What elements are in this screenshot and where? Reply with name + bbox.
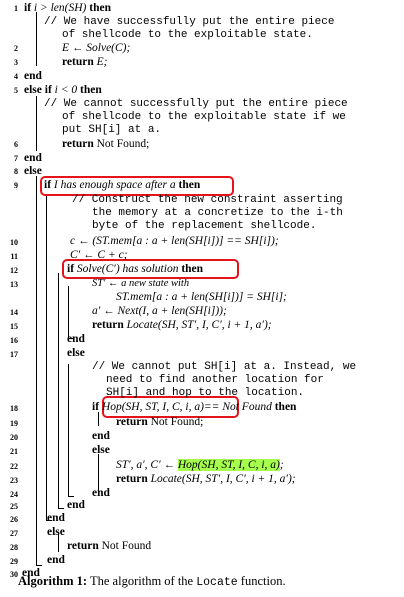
line-number: 16	[10, 336, 18, 345]
line-number: 8	[14, 167, 18, 176]
line-number: 23	[10, 476, 18, 485]
line-number: 27	[10, 529, 18, 538]
line-16: end	[67, 333, 85, 345]
highlighted-hop-call: Hop(SH, ST, I, C, i, a)	[177, 459, 280, 471]
line-1: if i > len(SH) then	[24, 2, 111, 14]
algorithm-listing: 1 if i > len(SH) then // We have success…	[0, 0, 404, 597]
line-number: 11	[10, 252, 18, 261]
line-19: return Not Found;	[116, 416, 204, 428]
block-bar-end	[36, 565, 42, 566]
line-5: else if i < 0 then	[24, 84, 102, 96]
line-22: ST′, a′, C′ ← Hop(SH, ST, I, C, i, a);	[116, 459, 284, 471]
line-number: 12	[10, 266, 18, 275]
line-2: E ← Solve(C);	[62, 42, 131, 54]
line-28: return Not Found	[67, 540, 152, 552]
line-number: 20	[10, 433, 18, 442]
line-8: else	[24, 165, 42, 177]
block-bar	[58, 273, 59, 508]
line-6: return Not Found;	[62, 138, 150, 150]
line-number: 22	[10, 462, 18, 471]
line-12: if Solve(C′) has solution then	[67, 263, 204, 275]
line-13: ST′ ← a new state with	[92, 278, 190, 289]
block-bar	[46, 195, 47, 520]
line-number: 30	[10, 570, 18, 579]
line-number: 9	[14, 181, 18, 190]
line-7: end	[24, 152, 42, 164]
line-number: 13	[10, 280, 18, 289]
line-26: end	[47, 512, 65, 524]
algorithm-caption: Algorithm 1: The algorithm of the Locate…	[18, 574, 286, 589]
comment: of shellcode to the exploitable state if…	[62, 111, 346, 123]
line-number: 24	[10, 490, 18, 499]
line-29: end	[47, 554, 65, 566]
line-number: 7	[14, 154, 18, 163]
line-14: a′ ← Next(I, a + len(SH[i]));	[92, 305, 227, 317]
line-number: 25	[10, 502, 18, 511]
comment: of shellcode to the exploitable state.	[62, 29, 313, 41]
comment: put SH[i] at a.	[62, 124, 162, 136]
comment: need to find another location for	[106, 374, 324, 386]
line-27: else	[47, 526, 65, 538]
line-number: 17	[10, 350, 18, 359]
block-bar	[36, 12, 37, 66]
line-4: end	[24, 70, 42, 82]
line-21: else	[92, 444, 110, 456]
line-17: else	[67, 347, 85, 359]
block-bar-end	[68, 496, 74, 497]
comment: // We cannot put SH[i] at a. Instead, we	[92, 361, 357, 373]
line-20: end	[92, 430, 110, 442]
line-number: 28	[10, 543, 18, 552]
line-24: end	[92, 487, 110, 499]
line-number: 5	[14, 86, 18, 95]
line-number: 2	[14, 44, 18, 53]
line-number: 18	[10, 404, 18, 413]
line-number: 21	[10, 447, 18, 456]
line-number: 6	[14, 140, 18, 149]
comment: the memory at a concretize to the i-th	[92, 207, 343, 219]
line-9: if I has enough space after a then	[44, 179, 201, 191]
block-bar	[36, 96, 37, 151]
comment: // We cannot successfully put the entire…	[44, 98, 348, 110]
line-25: end	[67, 499, 85, 511]
line-number: 1	[14, 4, 18, 13]
comment: SH[i] and hop to the location.	[106, 387, 305, 399]
comment: // Construct the new constraint assertin…	[72, 194, 343, 206]
line-13-cont: ST.mem[a : a + len(SH[i])] = SH[i];	[116, 291, 287, 303]
line-number: 19	[10, 419, 18, 428]
comment: // We have successfully put the entire p…	[44, 16, 335, 28]
block-bar-end	[58, 508, 64, 509]
line-number: 26	[10, 515, 18, 524]
line-number: 14	[10, 308, 18, 317]
line-number: 3	[14, 58, 18, 67]
line-10: c ← (ST.mem[a : a + len(SH[i])] == SH[i]…	[70, 235, 279, 247]
block-bar	[98, 412, 99, 426]
block-bar	[68, 286, 69, 338]
line-3: return E;	[62, 56, 108, 68]
line-number: 4	[14, 72, 18, 81]
line-number: 29	[10, 557, 18, 566]
line-number: 10	[10, 238, 18, 247]
line-18: if Hop(SH, ST, I, C, i, a)== Not Found t…	[92, 401, 297, 413]
line-23: return Locate(SH, ST′, I, C′, i + 1, a′)…	[116, 473, 296, 485]
comment: byte of the replacement shellcode.	[92, 220, 317, 232]
block-bar	[68, 364, 69, 496]
line-11: C′ ← C + c;	[70, 249, 128, 261]
line-15: return Locate(SH, ST′, I, C′, i + 1, a′)…	[92, 319, 272, 331]
block-bar	[36, 176, 37, 565]
line-number: 15	[10, 322, 18, 331]
